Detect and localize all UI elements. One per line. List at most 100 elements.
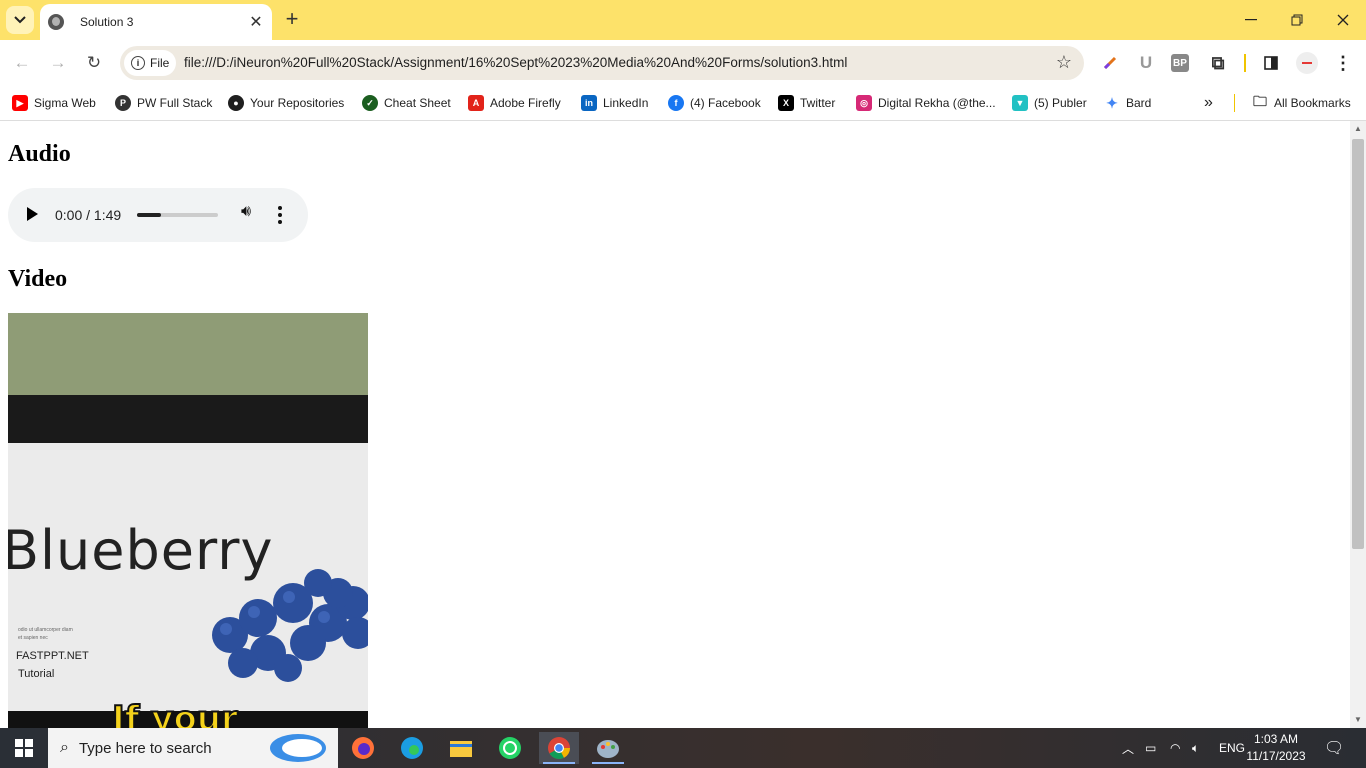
bookmark-label: Adobe Firefly [490, 96, 561, 110]
firefox-icon [352, 737, 374, 759]
side-panel-glyph [1264, 56, 1278, 70]
side-panel-icon[interactable] [1260, 52, 1282, 74]
double-chevron-right-icon: » [1204, 94, 1213, 111]
extensions-puzzle-icon[interactable]: ⧉ [1207, 52, 1229, 74]
minimize-icon [1245, 19, 1257, 21]
reload-icon: ↻ [86, 53, 102, 72]
active-app-indicator [543, 762, 575, 764]
speaker-icon[interactable]: 🔈︎ [1192, 728, 1199, 768]
windows-taskbar: ⌕ Type here to search ︿ ▭ ◠ 🔈︎ ENG 1:03 … [0, 728, 1366, 768]
new-tab-button[interactable]: + [280, 8, 304, 32]
audio-player[interactable]: 0:00 / 1:49 🔊︎ [8, 188, 308, 242]
notification-icon[interactable]: 🗨︎ [1324, 728, 1344, 768]
taskbar-search[interactable]: ⌕ Type here to search [48, 728, 338, 768]
scrollbar-thumb[interactable] [1352, 139, 1364, 549]
volume-icon[interactable]: 🔊︎ [241, 203, 251, 221]
wifi-icon[interactable]: ◠ [1170, 728, 1180, 768]
show-hidden-icons[interactable]: ︿ [1122, 728, 1134, 768]
language-indicator[interactable]: ENG [1219, 728, 1245, 768]
bookmark-twitter[interactable]: X Twitter [778, 93, 835, 113]
tab-close-icon[interactable]: ✕ [246, 12, 266, 32]
page-scrollbar[interactable]: ▲ ▼ [1350, 121, 1366, 728]
clock-date: 11/17/2023 [1246, 749, 1306, 763]
bookmark-label: Bard [1126, 96, 1152, 110]
audio-time: 0:00 / 1:49 [55, 207, 122, 223]
tab-active[interactable]: Solution 3 ✕ [40, 4, 272, 40]
bookmark-label: Twitter [800, 96, 836, 110]
bookmark-label: Digital Rekha (@the... [878, 96, 996, 110]
bookmark-your-repositories[interactable]: ● Your Repositories [228, 93, 344, 113]
bookmark-digital-rekha[interactable]: ◎ Digital Rekha (@the... [856, 93, 996, 113]
reload-button[interactable]: ↻ [80, 49, 108, 77]
edge-icon [401, 737, 423, 759]
bookmark-label: (5) Publer [1034, 96, 1087, 110]
publer-icon: ▼ [1012, 95, 1028, 111]
all-bookmarks-button[interactable]: 🗀 All Bookmarks [1252, 93, 1351, 113]
bookmark-label: Your Repositories [250, 96, 345, 110]
search-icon: ⌕ [60, 739, 69, 756]
play-icon[interactable] [27, 207, 38, 221]
video-player[interactable]: odio ut ullamcorper diam et sapien nec B… [8, 313, 368, 728]
audio-more-options-icon[interactable] [278, 206, 282, 224]
facebook-icon: f [668, 95, 684, 111]
bookmark-label: PW Full Stack [137, 96, 213, 110]
page-content: Audio 0:00 / 1:49 🔊︎ Video odio ut ullam… [0, 121, 1350, 728]
bp-extension-icon[interactable]: BP [1171, 54, 1189, 72]
paint-taskbar-icon[interactable] [588, 732, 628, 764]
audio-heading: Audio [8, 141, 71, 167]
bookmark-bard[interactable]: ✦ Bard [1104, 93, 1151, 113]
bookmark-label: Cheat Sheet [384, 96, 451, 110]
close-icon [1337, 14, 1349, 26]
color-picker-extension-icon[interactable] [1099, 52, 1121, 74]
toolbar-divider [1244, 54, 1246, 72]
close-window-button[interactable] [1320, 0, 1366, 40]
chevron-down-icon [14, 16, 26, 24]
search-highlight-icon [270, 734, 326, 762]
battery-icon[interactable]: ▭ [1145, 728, 1156, 768]
all-bookmarks-label: All Bookmarks [1274, 96, 1351, 110]
forward-button[interactable]: → [44, 49, 72, 77]
chrome-taskbar-icon[interactable] [539, 732, 579, 764]
minimize-button[interactable] [1228, 0, 1274, 40]
clock[interactable]: 1:03 AM 11/17/2023 [1246, 731, 1306, 765]
clock-time: 1:03 AM [1253, 732, 1299, 746]
menu-kebab-icon[interactable]: ⋮ [1332, 52, 1354, 74]
firefox-taskbar-icon[interactable] [343, 732, 383, 764]
bookmark-facebook[interactable]: f (4) Facebook [668, 93, 761, 113]
video-caption-text: If your [111, 698, 239, 728]
bookmark-star-icon[interactable]: ☆ [1056, 52, 1072, 73]
back-button[interactable]: ← [8, 49, 36, 77]
edge-taskbar-icon[interactable] [392, 732, 432, 764]
pen-icon [1103, 56, 1117, 70]
svg-text:odio ut ullamcorper diam: odio ut ullamcorper diam [18, 627, 73, 633]
site-info-chip[interactable]: i File [124, 50, 176, 76]
bookmark-pw-full-stack[interactable]: P PW Full Stack [115, 93, 212, 113]
bookmark-publer[interactable]: ▼ (5) Publer [1012, 93, 1087, 113]
url-text[interactable]: file:///D:/iNeuron%20Full%20Stack/Assign… [184, 55, 847, 70]
whatsapp-icon [499, 737, 521, 759]
u-extension-icon[interactable]: U [1135, 52, 1157, 74]
bookmark-cheat-sheet[interactable]: ✓ Cheat Sheet [362, 93, 451, 113]
bookmark-label: LinkedIn [603, 96, 649, 110]
scroll-down-icon[interactable]: ▼ [1354, 715, 1362, 724]
bookmark-linkedin[interactable]: in LinkedIn [581, 93, 648, 113]
bookmark-adobe-firefly[interactable]: A Adobe Firefly [468, 93, 561, 113]
file-explorer-taskbar-icon[interactable] [441, 732, 481, 764]
whatsapp-taskbar-icon[interactable] [490, 732, 530, 764]
address-bar[interactable]: i File file:///D:/iNeuron%20Full%20Stack… [120, 46, 1084, 80]
tab-search-button[interactable] [6, 6, 34, 34]
audio-seek-slider[interactable] [137, 213, 218, 217]
scroll-up-icon[interactable]: ▲ [1354, 124, 1362, 133]
bookmark-label: Sigma Web [34, 96, 96, 110]
windows-logo-icon [15, 739, 33, 757]
profile-avatar[interactable] [1296, 52, 1318, 74]
site-info-label: File [150, 56, 170, 70]
bookmarks-overflow-button[interactable]: » [1204, 93, 1213, 113]
restore-button[interactable] [1274, 0, 1320, 40]
restore-icon [1291, 14, 1303, 26]
tab-title: Solution 3 [80, 15, 134, 29]
video-heading: Video [8, 266, 68, 292]
bookmark-sigma-web[interactable]: ▶ Sigma Web [12, 93, 96, 113]
chrome-icon [548, 737, 570, 759]
start-button[interactable] [0, 728, 48, 768]
